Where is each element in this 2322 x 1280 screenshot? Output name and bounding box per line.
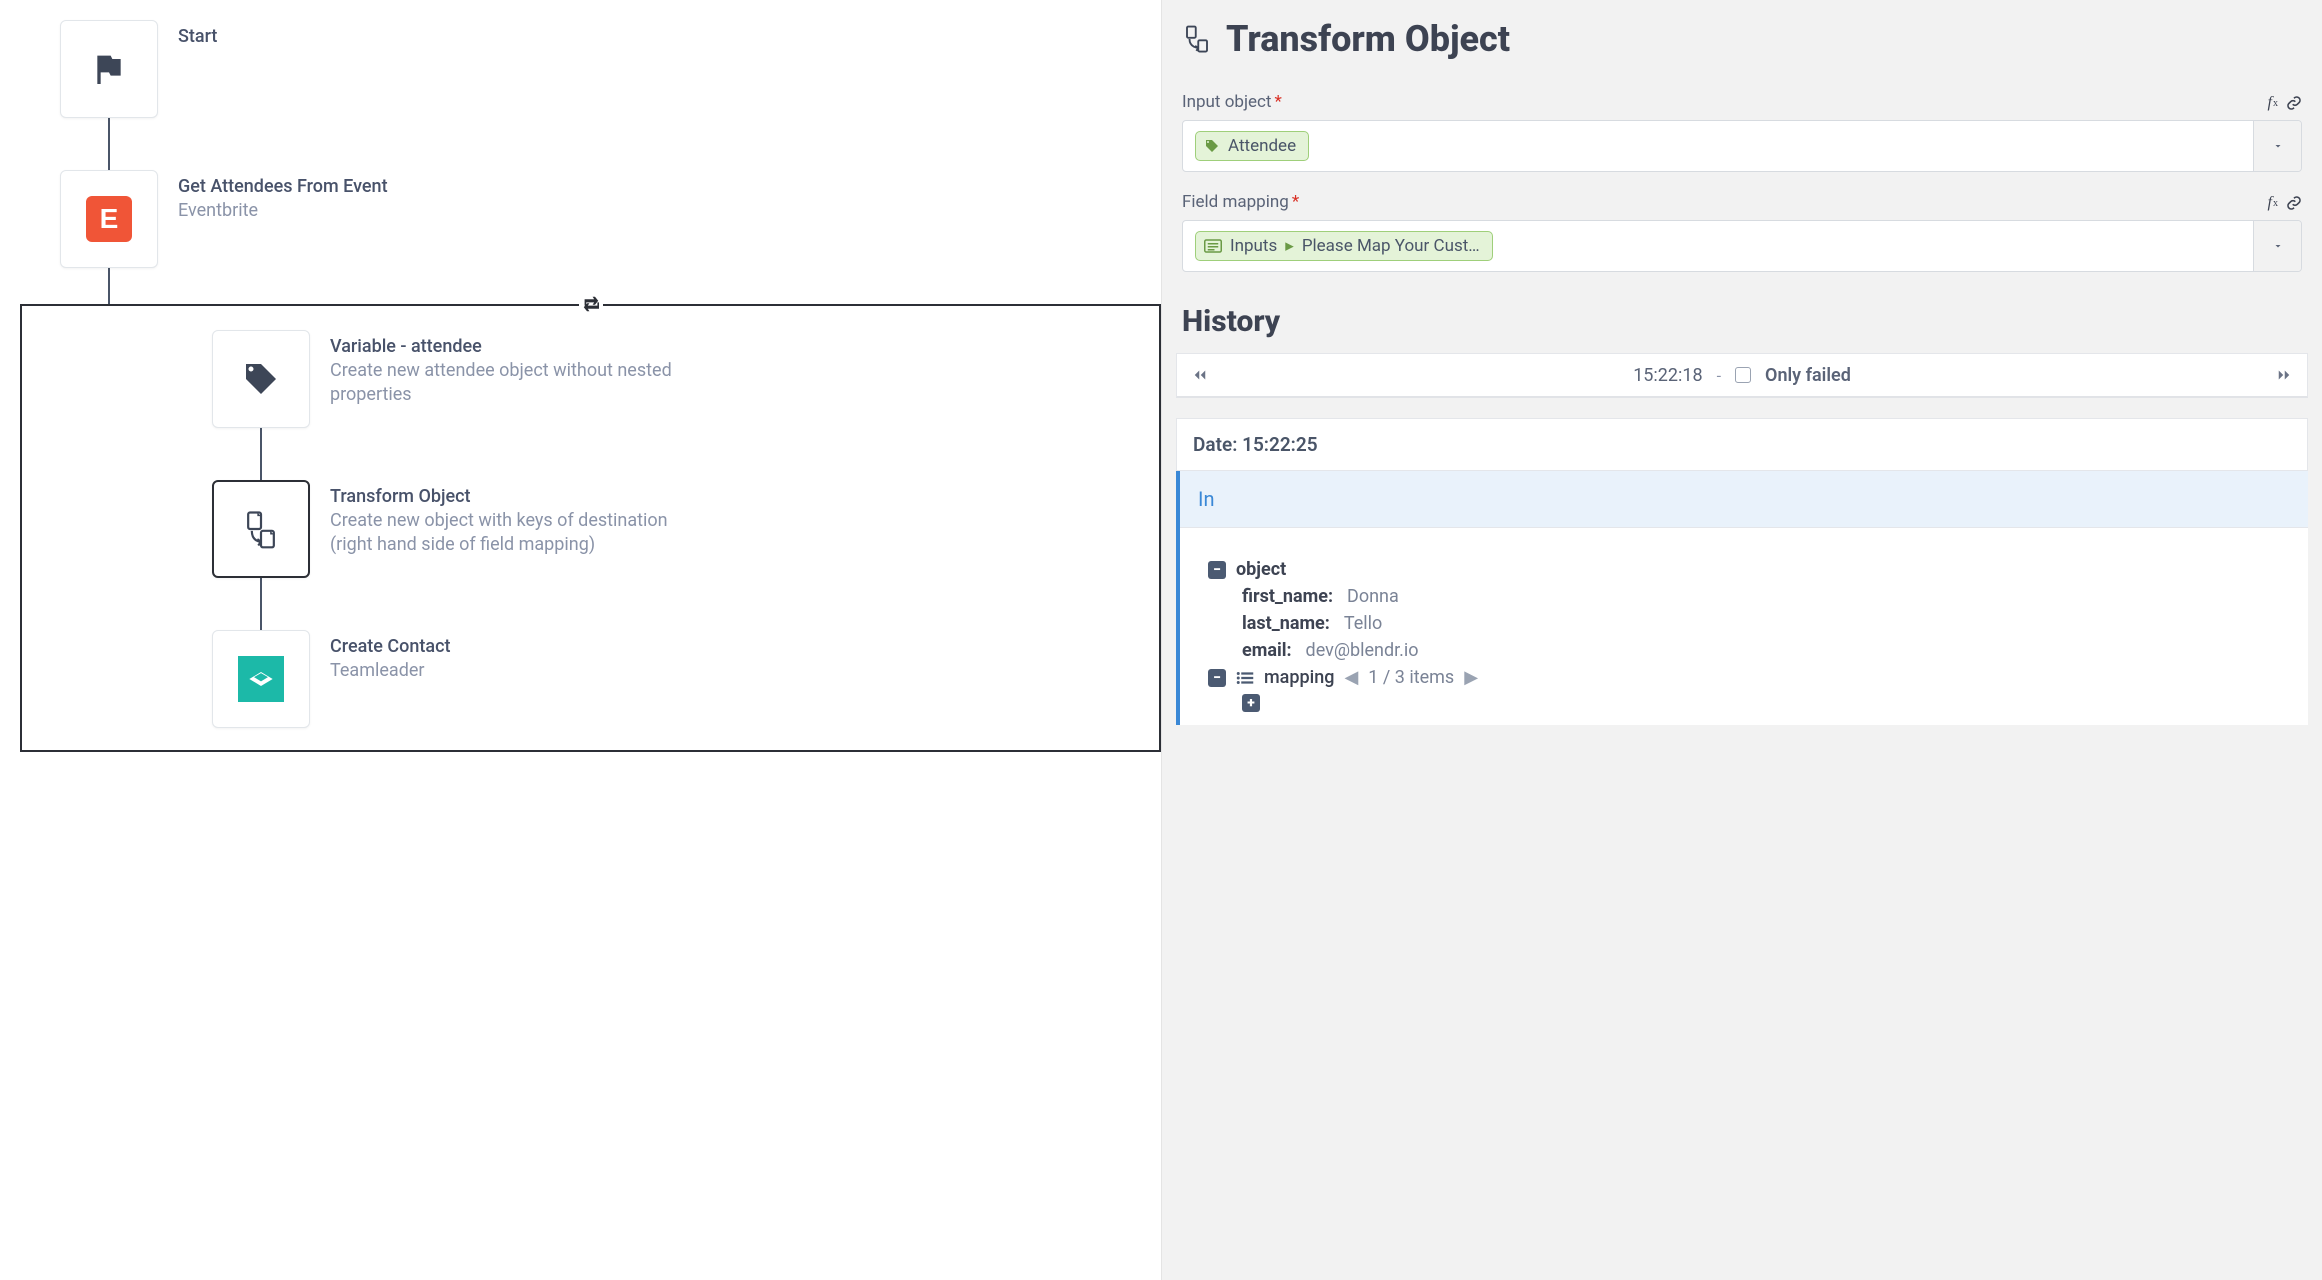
history-date: Date: 15:22:25 [1176, 418, 2308, 471]
input-object-dropdown[interactable] [2253, 121, 2301, 171]
history-dash: - [1717, 366, 1721, 385]
flag-icon [89, 49, 129, 89]
only-failed-label: Only failed [1765, 365, 1851, 386]
node-start[interactable]: Start [60, 20, 1161, 118]
tree-object[interactable]: object [1208, 556, 2290, 583]
link-icon[interactable] [2286, 94, 2302, 112]
node-create-contact-sub: Teamleader [330, 659, 450, 683]
pager-prev[interactable]: ◀ [1344, 667, 1358, 688]
history-toolbar: 15:22:18 - Only failed [1176, 353, 2308, 398]
node-transform-sub: Create new object with keys of destinati… [330, 509, 710, 558]
node-create-contact-title: Create Contact [330, 636, 450, 657]
collapse-icon[interactable] [1208, 669, 1226, 687]
input-object-label: Input object* [1182, 92, 1282, 112]
only-failed-checkbox[interactable] [1735, 367, 1751, 383]
tree-email: email: dev@blendr.io [1242, 637, 2290, 664]
history-in-block: In object first_name: Donna last_name: T… [1176, 471, 2308, 725]
loop-icon [579, 294, 603, 314]
fx-icon[interactable]: fx [2268, 94, 2278, 112]
panel-header: Transform Object [1162, 0, 2322, 86]
connector [108, 268, 110, 304]
field-mapping-field[interactable]: Inputs ▸ Please Map Your Cust… [1182, 220, 2302, 272]
loop-container: Variable - attendee Create new attendee … [20, 304, 1161, 752]
form-icon [1204, 239, 1222, 253]
node-start-title: Start [178, 26, 217, 47]
history-in-label: In [1180, 471, 2308, 528]
panel-title: Transform Object [1226, 18, 1510, 60]
fx-icon[interactable]: fx [2268, 194, 2278, 212]
input-object-field[interactable]: Attendee [1182, 120, 2302, 172]
node-variable-sub: Create new attendee object without neste… [330, 359, 710, 408]
tag-icon [1204, 138, 1220, 154]
link-icon[interactable] [2286, 194, 2302, 212]
node-variable-title: Variable - attendee [330, 336, 710, 357]
tree-mapping[interactable]: mapping ◀ 1 / 3 items ▶ [1208, 664, 2290, 691]
node-create-contact[interactable]: Create Contact Teamleader [212, 630, 1119, 728]
workflow-canvas[interactable]: Start E Get Attendees From Event Eventbr… [0, 0, 1161, 1280]
field-mapping-chip[interactable]: Inputs ▸ Please Map Your Cust… [1195, 231, 1493, 261]
connector [260, 428, 262, 480]
tree-first-name: first_name: Donna [1242, 583, 2290, 610]
history-prev-button[interactable] [1189, 364, 1211, 386]
expand-icon[interactable] [1242, 694, 1260, 712]
connector [260, 578, 262, 630]
node-get-attendees-sub: Eventbrite [178, 199, 388, 223]
collapse-icon[interactable] [1208, 561, 1226, 579]
tag-icon [241, 359, 281, 399]
node-transform-title: Transform Object [330, 486, 710, 507]
input-object-chip[interactable]: Attendee [1195, 131, 1309, 161]
history-next-button[interactable] [2273, 364, 2295, 386]
transform-icon [239, 507, 283, 551]
properties-panel: Transform Object Input object* fx [1161, 0, 2322, 1280]
node-get-attendees[interactable]: E Get Attendees From Event Eventbrite [60, 170, 1161, 268]
field-mapping-dropdown[interactable] [2253, 221, 2301, 271]
field-mapping-label: Field mapping* [1182, 192, 1299, 212]
node-get-attendees-title: Get Attendees From Event [178, 176, 388, 197]
app-root: Start E Get Attendees From Event Eventbr… [0, 0, 2322, 1280]
teamleader-icon [238, 656, 284, 702]
list-icon [1236, 670, 1254, 686]
pager-next[interactable]: ▶ [1464, 667, 1478, 688]
transform-icon [1182, 24, 1212, 54]
tree-add[interactable] [1242, 691, 2290, 715]
history-tree: object first_name: Donna last_name: Tell… [1180, 528, 2308, 725]
pager-text: 1 / 3 items [1368, 667, 1454, 688]
connector [108, 118, 110, 170]
node-variable[interactable]: Variable - attendee Create new attendee … [212, 330, 1119, 428]
history-time: 15:22:18 [1633, 365, 1702, 386]
history-heading: History [1162, 286, 2322, 353]
tree-last-name: last_name: Tello [1242, 610, 2290, 637]
node-transform[interactable]: Transform Object Create new object with … [212, 480, 1119, 578]
eventbrite-icon: E [86, 196, 132, 242]
